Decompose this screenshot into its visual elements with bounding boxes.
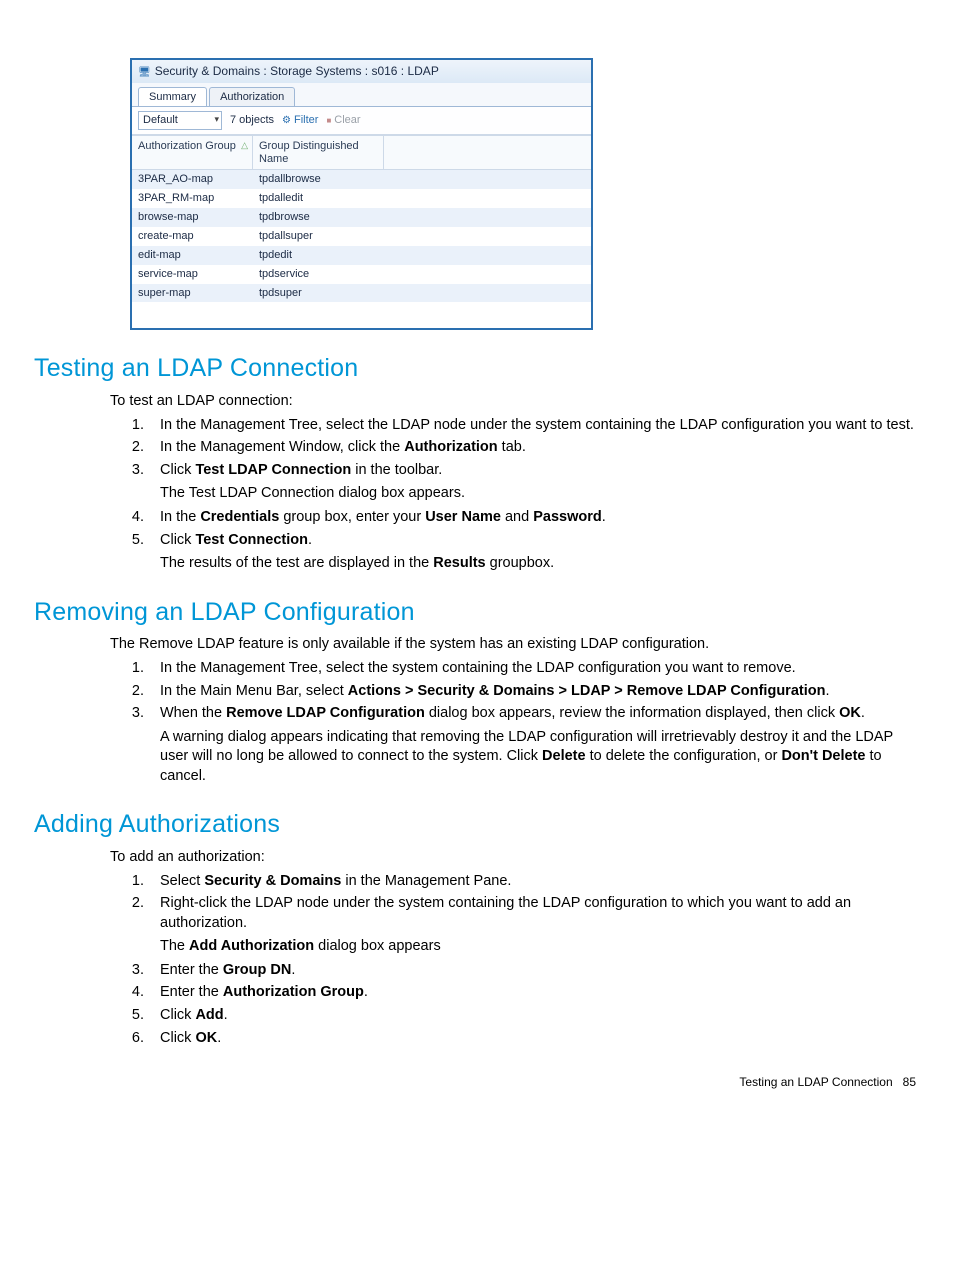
- list-item: When the Remove LDAP Configuration dialo…: [148, 704, 920, 786]
- table-row[interactable]: browse-maptpdbrowse: [132, 208, 591, 227]
- col-authorization-group[interactable]: Authorization Group △: [132, 136, 253, 169]
- page-number: 85: [903, 1075, 916, 1089]
- list-item: In the Management Tree, select the syste…: [148, 659, 920, 679]
- toolbar: Default 7 objects Filter Clear: [132, 106, 591, 135]
- list-item: Click Test LDAP Connection in the toolba…: [148, 461, 920, 504]
- grid-body: 3PAR_AO-maptpdallbrowse 3PAR_RM-maptpdal…: [132, 170, 591, 328]
- list-item: Enter the Authorization Group.: [148, 983, 920, 1003]
- list-item: In the Management Window, click the Auth…: [148, 438, 920, 458]
- authorization-grid: Authorization Group △ Group Distinguishe…: [132, 135, 591, 328]
- list-item: Click Test Connection. The results of th…: [148, 531, 920, 574]
- domain-select[interactable]: Default: [138, 111, 222, 130]
- intro-text: To add an authorization:: [110, 848, 920, 868]
- tab-bar: Summary Authorization: [132, 83, 591, 107]
- object-count: 7 objects: [230, 113, 274, 128]
- list-item: In the Main Menu Bar, select Actions > S…: [148, 682, 920, 702]
- list-item: Right-click the LDAP node under the syst…: [148, 894, 920, 957]
- clear-icon: [326, 113, 331, 128]
- steps-list: In the Management Tree, select the LDAP …: [110, 416, 920, 574]
- list-item: Select Security & Domains in the Managem…: [148, 872, 920, 892]
- table-row[interactable]: service-maptpdservice: [132, 265, 591, 284]
- col-group-dn[interactable]: Group Distinguished Name: [253, 136, 384, 169]
- table-row[interactable]: edit-maptpdedit: [132, 246, 591, 265]
- section-adding-body: To add an authorization: Select Security…: [110, 848, 920, 1048]
- window-title: Security & Domains : Storage Systems : s…: [155, 63, 439, 79]
- window-icon: [138, 63, 151, 80]
- page-footer: Testing an LDAP Connection 85: [34, 1074, 920, 1090]
- list-item: In the Management Tree, select the LDAP …: [148, 416, 920, 436]
- list-item: Click Add.: [148, 1006, 920, 1026]
- window-title-bar: Security & Domains : Storage Systems : s…: [132, 60, 591, 83]
- steps-list: In the Management Tree, select the syste…: [110, 659, 920, 786]
- tab-authorization[interactable]: Authorization: [209, 87, 295, 107]
- table-row[interactable]: 3PAR_AO-maptpdallbrowse: [132, 170, 591, 189]
- heading-adding-authorizations: Adding Authorizations: [34, 808, 920, 842]
- section-removing-body: The Remove LDAP feature is only availabl…: [110, 635, 920, 786]
- table-row[interactable]: super-maptpdsuper: [132, 284, 591, 303]
- footer-text: Testing an LDAP Connection: [739, 1075, 892, 1089]
- intro-text: To test an LDAP connection:: [110, 392, 920, 412]
- table-row[interactable]: create-maptpdallsuper: [132, 227, 591, 246]
- section-testing-body: To test an LDAP connection: In the Manag…: [110, 392, 920, 574]
- heading-removing-ldap: Removing an LDAP Configuration: [34, 596, 920, 630]
- heading-testing-ldap: Testing an LDAP Connection: [34, 352, 920, 386]
- grid-header: Authorization Group △ Group Distinguishe…: [132, 136, 591, 170]
- intro-text: The Remove LDAP feature is only availabl…: [110, 635, 920, 655]
- list-item: Enter the Group DN.: [148, 961, 920, 981]
- ldap-authorization-screenshot: Security & Domains : Storage Systems : s…: [130, 58, 593, 330]
- clear-link: Clear: [326, 113, 360, 128]
- table-row[interactable]: 3PAR_RM-maptpdalledit: [132, 189, 591, 208]
- filter-link[interactable]: Filter: [282, 113, 318, 128]
- steps-list: Select Security & Domains in the Managem…: [110, 872, 920, 1049]
- sort-asc-icon: △: [241, 140, 248, 150]
- list-item: Click OK.: [148, 1029, 920, 1049]
- list-item: In the Credentials group box, enter your…: [148, 508, 920, 528]
- filter-icon: [282, 113, 291, 128]
- tab-summary[interactable]: Summary: [138, 87, 207, 107]
